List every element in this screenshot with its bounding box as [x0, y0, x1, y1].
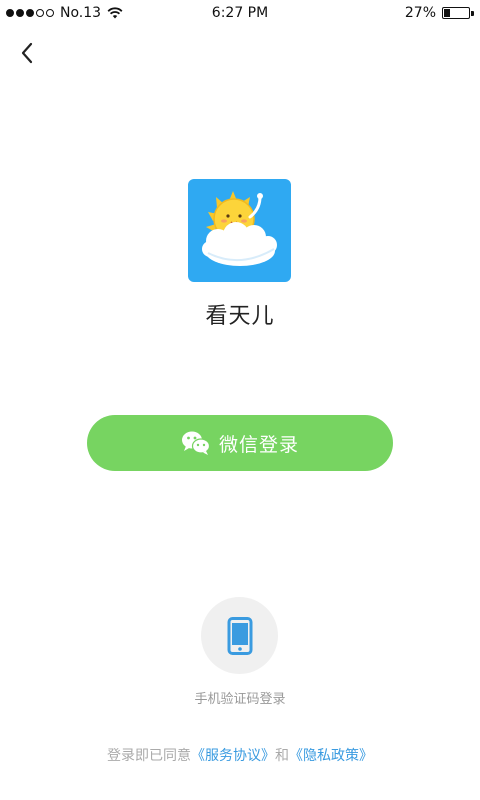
battery-icon	[442, 7, 474, 19]
app-logo	[188, 179, 291, 282]
terms-of-service-link[interactable]: 《服务协议》	[191, 748, 275, 764]
back-button[interactable]	[14, 38, 44, 68]
phone-login-label[interactable]: 手机验证码登录	[0, 688, 480, 707]
agreement-text: 登录即已同意《服务协议》和《隐私政策》	[0, 745, 480, 765]
chevron-left-icon	[21, 42, 33, 64]
agreement-and: 和	[275, 748, 289, 764]
login-screen: No.13 6:27 PM 27% 看天儿 微信登录 手机验证码登录 登录即已同…	[0, 0, 480, 800]
wechat-login-label: 微信登录	[218, 433, 299, 456]
privacy-policy-link[interactable]: 《隐私政策》	[289, 748, 373, 764]
status-bar: No.13 6:27 PM 27%	[0, 0, 480, 28]
wechat-login-button[interactable]: 微信登录	[87, 415, 393, 471]
app-name: 看天儿	[205, 304, 275, 329]
battery-fill	[444, 9, 451, 17]
phone-icon	[227, 616, 252, 655]
wechat-icon	[181, 431, 211, 455]
battery-percent: 27%	[404, 5, 436, 21]
status-bar-right: 27%	[404, 5, 474, 21]
agreement-prefix: 登录即已同意	[107, 748, 191, 764]
sun-cloud-icon	[202, 191, 277, 266]
phone-login-button[interactable]	[201, 597, 278, 674]
